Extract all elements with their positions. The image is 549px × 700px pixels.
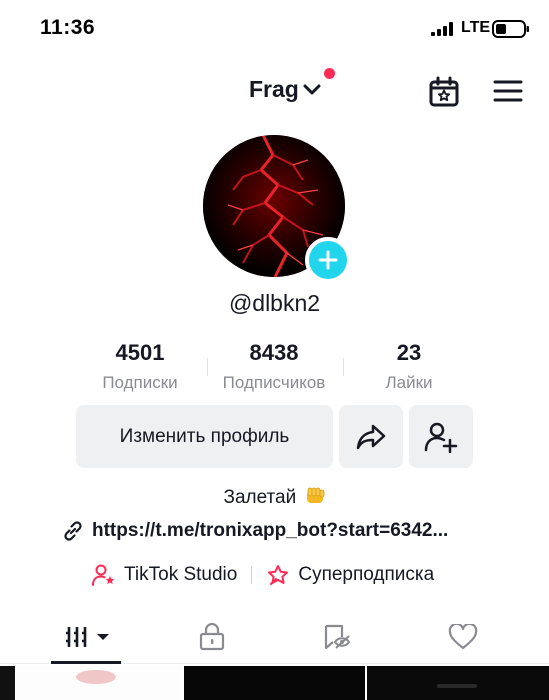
share-arrow-icon bbox=[356, 424, 386, 449]
chevron-down-icon bbox=[303, 84, 321, 94]
bio-text: Залетай bbox=[223, 487, 297, 508]
status-bar: 11:36 LTE bbox=[0, 0, 549, 56]
calendar-star-icon[interactable] bbox=[428, 76, 460, 108]
signal-icon bbox=[431, 22, 453, 36]
edit-profile-button[interactable]: Изменить профиль bbox=[76, 405, 333, 468]
tiktok-studio-label: TikTok Studio bbox=[124, 564, 238, 585]
account-switcher[interactable]: Frag bbox=[249, 76, 321, 103]
tab-reposts[interactable] bbox=[318, 622, 358, 652]
top-nav: Frag bbox=[0, 60, 549, 120]
followers-count: 8438 bbox=[249, 340, 299, 365]
video-thumbnail[interactable] bbox=[0, 666, 15, 700]
thumbnail-art bbox=[437, 684, 477, 688]
battery-icon bbox=[492, 20, 529, 38]
link-text: https://t.me/tronixapp_bot?start=6342... bbox=[92, 520, 449, 541]
lock-icon bbox=[199, 623, 225, 651]
hamburger-menu-icon[interactable] bbox=[493, 79, 523, 103]
notification-dot bbox=[324, 68, 335, 79]
add-friends-button[interactable] bbox=[409, 405, 473, 468]
fist-emoji-icon bbox=[306, 487, 324, 503]
likes-stat[interactable]: 23 Лайки bbox=[339, 340, 479, 393]
video-thumbnail[interactable] bbox=[184, 666, 365, 700]
tab-videos[interactable] bbox=[66, 622, 112, 652]
following-label: Подписки bbox=[102, 373, 178, 392]
thumbnail-art bbox=[76, 670, 116, 684]
repost-hidden-icon bbox=[324, 624, 351, 650]
link-icon bbox=[64, 521, 82, 541]
likes-count: 23 bbox=[396, 340, 422, 365]
super-subscription-link[interactable]: Суперподписка bbox=[266, 564, 434, 586]
tab-liked[interactable] bbox=[443, 622, 483, 652]
active-tab-indicator bbox=[51, 661, 121, 664]
heart-icon bbox=[448, 624, 478, 650]
bio-link[interactable]: https://t.me/tronixapp_bot?start=6342... bbox=[62, 520, 448, 542]
share-profile-button[interactable] bbox=[339, 405, 403, 468]
super-subscription-label: Суперподписка bbox=[298, 564, 435, 585]
tiktok-studio-link[interactable]: TikTok Studio bbox=[92, 564, 237, 586]
add-user-icon bbox=[424, 422, 458, 453]
network-type: LTE bbox=[461, 19, 491, 36]
videos-grid-icon bbox=[66, 627, 109, 647]
account-name: Frag bbox=[249, 76, 299, 102]
row-divider bbox=[251, 566, 253, 584]
username: @dlbkn2 bbox=[228, 290, 321, 316]
followers-label: Подписчиков bbox=[222, 373, 326, 392]
following-count: 4501 bbox=[115, 340, 165, 365]
bio: Залетай bbox=[0, 486, 549, 509]
creator-tools-row: TikTok Studio Суперподписка bbox=[92, 564, 434, 586]
profile-tabs bbox=[0, 608, 549, 664]
video-thumbnail[interactable] bbox=[16, 666, 182, 700]
following-stat[interactable]: 4501 Подписки bbox=[70, 340, 210, 393]
status-time: 11:36 bbox=[40, 16, 96, 39]
add-avatar-button[interactable] bbox=[305, 237, 351, 283]
tab-private[interactable] bbox=[192, 622, 232, 652]
likes-label: Лайки bbox=[385, 373, 433, 392]
studio-user-star-icon bbox=[92, 564, 115, 586]
followers-stat[interactable]: 8438 Подписчиков bbox=[204, 340, 344, 393]
subscription-star-icon bbox=[268, 565, 289, 585]
plus-icon bbox=[318, 250, 338, 270]
video-thumbnail[interactable] bbox=[367, 666, 549, 700]
